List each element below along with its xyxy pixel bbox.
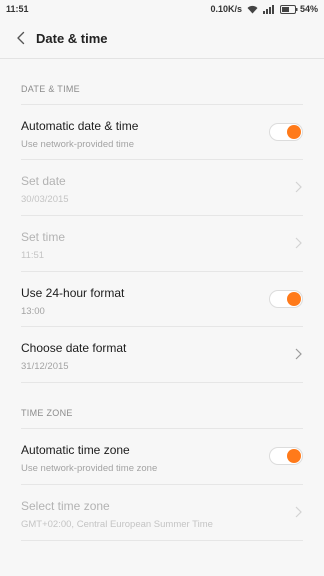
setting-subtext: 31/12/2015 <box>21 361 69 372</box>
chevron-right-icon <box>293 236 303 250</box>
status-bar: 11:51 0.10K/s 54% <box>0 0 324 18</box>
setting-subtext: GMT+02:00, Central European Summer Time <box>21 519 213 530</box>
setting-row-choose-date-format[interactable]: Choose date format 31/12/2015 <box>21 326 303 382</box>
setting-row-set-date: Set date 30/03/2015 <box>21 159 303 215</box>
setting-subtext: 30/03/2015 <box>21 194 69 205</box>
automatic-date-time-toggle[interactable] <box>269 123 303 141</box>
section-header-time-zone: TIME ZONE <box>21 408 73 418</box>
setting-label: Select time zone <box>21 499 110 513</box>
signal-icon <box>262 4 275 14</box>
battery-indicator: 54% <box>279 4 318 14</box>
chevron-right-icon <box>293 505 303 519</box>
setting-row-automatic-time-zone[interactable]: Automatic time zone Use network-provided… <box>21 428 303 484</box>
setting-row-select-time-zone: Select time zone GMT+02:00, Central Euro… <box>21 484 303 540</box>
setting-label: Choose date format <box>21 341 127 355</box>
network-speed: 0.10K/s <box>210 4 242 14</box>
toggle-knob <box>287 125 301 139</box>
24-hour-format-toggle[interactable] <box>269 290 303 308</box>
setting-subtext: Use network-provided time <box>21 139 134 150</box>
setting-subtext: 13:00 <box>21 306 45 317</box>
setting-subtext: Use network-provided time zone <box>21 463 158 474</box>
app-header: Date & time <box>0 18 324 58</box>
status-time: 11:51 <box>6 4 29 14</box>
toggle-knob <box>287 292 301 306</box>
setting-row-automatic-date-time[interactable]: Automatic date & time Use network-provid… <box>21 104 303 160</box>
setting-label: Automatic date & time <box>21 119 139 133</box>
header-divider <box>0 58 324 59</box>
setting-label: Set date <box>21 174 66 188</box>
toggle-knob <box>287 449 301 463</box>
battery-percent: 54% <box>299 4 318 14</box>
chevron-right-icon <box>293 180 303 194</box>
chevron-right-icon <box>293 347 303 361</box>
page-title: Date & time <box>36 30 108 46</box>
section-header-date-time: DATE & TIME <box>21 84 80 94</box>
battery-icon <box>279 4 298 14</box>
setting-row-24-hour-format[interactable]: Use 24-hour format 13:00 <box>21 271 303 327</box>
back-arrow-icon[interactable] <box>12 29 30 47</box>
status-indicators: 0.10K/s 54% <box>210 4 318 14</box>
setting-label: Set time <box>21 230 66 244</box>
section-divider <box>21 382 303 383</box>
automatic-time-zone-toggle[interactable] <box>269 447 303 465</box>
setting-row-set-time: Set time 11:51 <box>21 215 303 271</box>
bottom-divider <box>21 540 303 541</box>
setting-subtext: 11:51 <box>21 250 45 261</box>
wifi-icon <box>247 5 258 14</box>
settings-content: DATE & TIME Automatic date & time Use ne… <box>0 58 324 576</box>
setting-label: Automatic time zone <box>21 443 130 457</box>
setting-label: Use 24-hour format <box>21 286 125 300</box>
